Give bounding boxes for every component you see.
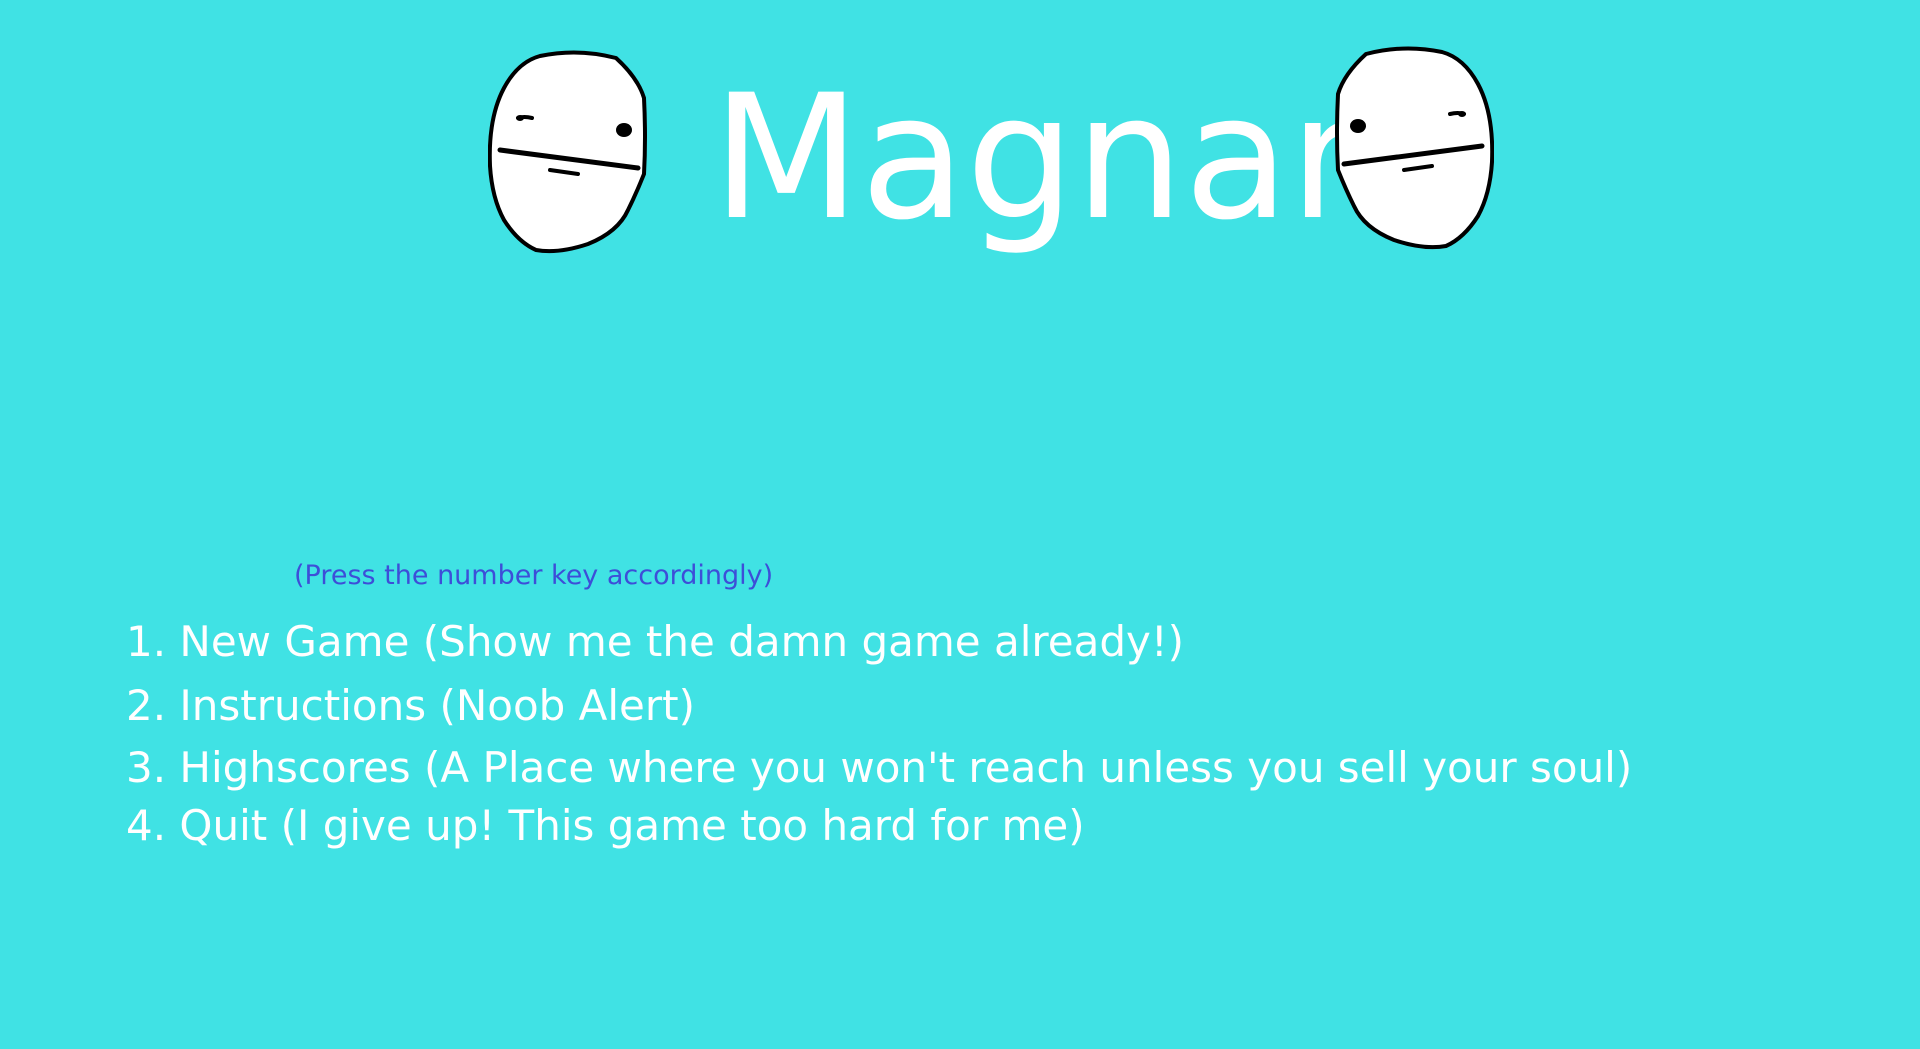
menu-hint: (Press the number key accordingly) bbox=[294, 560, 774, 591]
menu-item-quit[interactable]: 4. Quit (I give up! This game too hard f… bbox=[126, 800, 1085, 852]
game-title: Magnar bbox=[712, 57, 1361, 258]
menu-item-highscores[interactable]: 3. Highscores (A Place where you won't r… bbox=[126, 742, 1632, 794]
poker-face-icon bbox=[1335, 46, 1494, 250]
menu-item-instructions[interactable]: 2. Instructions (Noob Alert) bbox=[126, 680, 695, 732]
poker-face-icon bbox=[488, 50, 647, 254]
menu-item-new-game[interactable]: 1. New Game (Show me the damn game alrea… bbox=[126, 616, 1184, 668]
